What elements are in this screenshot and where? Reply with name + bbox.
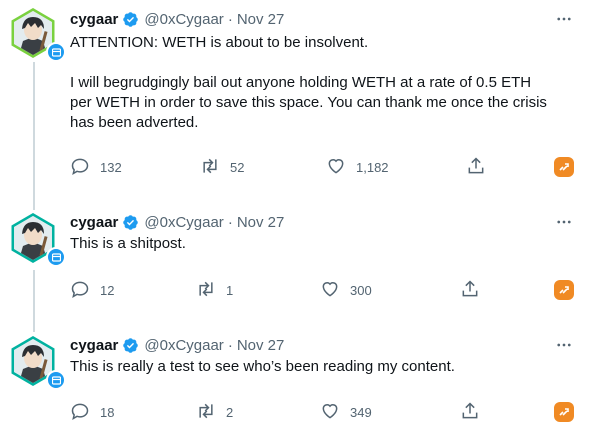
handle[interactable]: @0xCygaar: [144, 337, 223, 354]
separator: ·: [227, 336, 233, 354]
verified-badge-icon: [122, 214, 139, 231]
reply-count: 18: [100, 404, 115, 420]
timestamp[interactable]: Nov 27: [237, 214, 285, 231]
retweet-button[interactable]: 52: [200, 157, 244, 177]
heart-icon: [320, 279, 340, 302]
tweet-paragraph: I will begrudgingly bail out anyone hold…: [70, 74, 547, 131]
like-button[interactable]: 349: [320, 402, 372, 422]
retweet-button[interactable]: 2: [196, 402, 233, 422]
more-dots-icon[interactable]: [554, 9, 574, 29]
retweet-count: 52: [230, 159, 245, 175]
reply-button[interactable]: 18: [70, 402, 114, 422]
share-icon: [460, 279, 480, 302]
timestamp[interactable]: Nov 27: [237, 337, 285, 354]
avatar[interactable]: [8, 213, 66, 267]
tweet-text: This is a shitpost.: [70, 234, 550, 254]
verified-badge-icon: [122, 11, 139, 28]
more-dots-icon[interactable]: [554, 212, 574, 232]
separator: ·: [227, 213, 233, 231]
more-dots-icon[interactable]: [554, 335, 574, 355]
separator: ·: [227, 10, 233, 28]
verified-badge-icon: [122, 337, 139, 354]
tweet[interactable]: cygaar @0xCygaar · Nov 27 This is really…: [0, 328, 592, 436]
reply-count: 12: [100, 282, 115, 298]
reply-icon: [70, 279, 90, 302]
tweet-paragraph: This is a shitpost.: [70, 235, 186, 252]
reply-button[interactable]: 132: [70, 157, 122, 177]
handle[interactable]: @0xCygaar: [144, 11, 223, 28]
tweet-header: cygaar @0xCygaar · Nov 27: [70, 212, 284, 232]
tweet[interactable]: cygaar @0xCygaar · Nov 27 This is a shit…: [0, 205, 592, 315]
heart-icon: [326, 156, 346, 179]
tweet-text: ATTENTION: WETH is about to be insolvent…: [70, 33, 550, 133]
avatar[interactable]: [8, 336, 66, 390]
retweet-icon: [200, 156, 220, 179]
tweet-actions: 18 2 349: [70, 401, 576, 424]
like-button[interactable]: 300: [320, 280, 372, 300]
share-button[interactable]: [460, 401, 480, 424]
display-name[interactable]: cygaar: [70, 337, 118, 354]
avatar[interactable]: [8, 8, 66, 62]
display-name[interactable]: cygaar: [70, 214, 118, 231]
tweet[interactable]: cygaar @0xCygaar · Nov 27 ATTENTION: WET…: [0, 0, 592, 190]
reply-button[interactable]: 12: [70, 280, 114, 300]
reply-icon: [70, 156, 90, 179]
avatar-badge-icon: [46, 247, 66, 267]
retweet-icon: [196, 401, 216, 424]
like-button[interactable]: 1,182: [326, 157, 389, 177]
share-button[interactable]: [466, 156, 486, 179]
tweet-header: cygaar @0xCygaar · Nov 27: [70, 335, 284, 355]
retweet-count: 2: [226, 404, 234, 420]
reply-count: 132: [100, 159, 122, 175]
tweet-actions: 12 1 300: [70, 279, 576, 302]
avatar-badge-icon: [46, 42, 66, 62]
tweet-paragraph: This is really a test to see who’s been …: [70, 358, 455, 375]
extension-icon[interactable]: [554, 157, 574, 177]
tweet-header: cygaar @0xCygaar · Nov 27: [70, 9, 284, 29]
reply-icon: [70, 401, 90, 424]
retweet-count: 1: [226, 282, 234, 298]
tweet-thread: cygaar @0xCygaar · Nov 27 ATTENTION: WET…: [0, 0, 592, 436]
heart-icon: [320, 401, 340, 424]
handle[interactable]: @0xCygaar: [144, 214, 223, 231]
retweet-button[interactable]: 1: [196, 280, 233, 300]
display-name[interactable]: cygaar: [70, 11, 118, 28]
share-button[interactable]: [460, 279, 480, 302]
share-icon: [466, 156, 486, 179]
avatar-badge-icon: [46, 370, 66, 390]
like-count: 1,182: [356, 159, 389, 175]
like-count: 300: [350, 282, 372, 298]
extension-icon[interactable]: [554, 280, 574, 300]
timestamp[interactable]: Nov 27: [237, 11, 285, 28]
extension-icon[interactable]: [554, 402, 574, 422]
tweet-actions: 132 52 1,182: [70, 156, 576, 179]
like-count: 349: [350, 404, 372, 420]
tweet-text: This is really a test to see who’s been …: [70, 357, 550, 377]
tweet-paragraph: ATTENTION: WETH is about to be insolvent…: [70, 34, 369, 51]
share-icon: [460, 401, 480, 424]
retweet-icon: [196, 279, 216, 302]
